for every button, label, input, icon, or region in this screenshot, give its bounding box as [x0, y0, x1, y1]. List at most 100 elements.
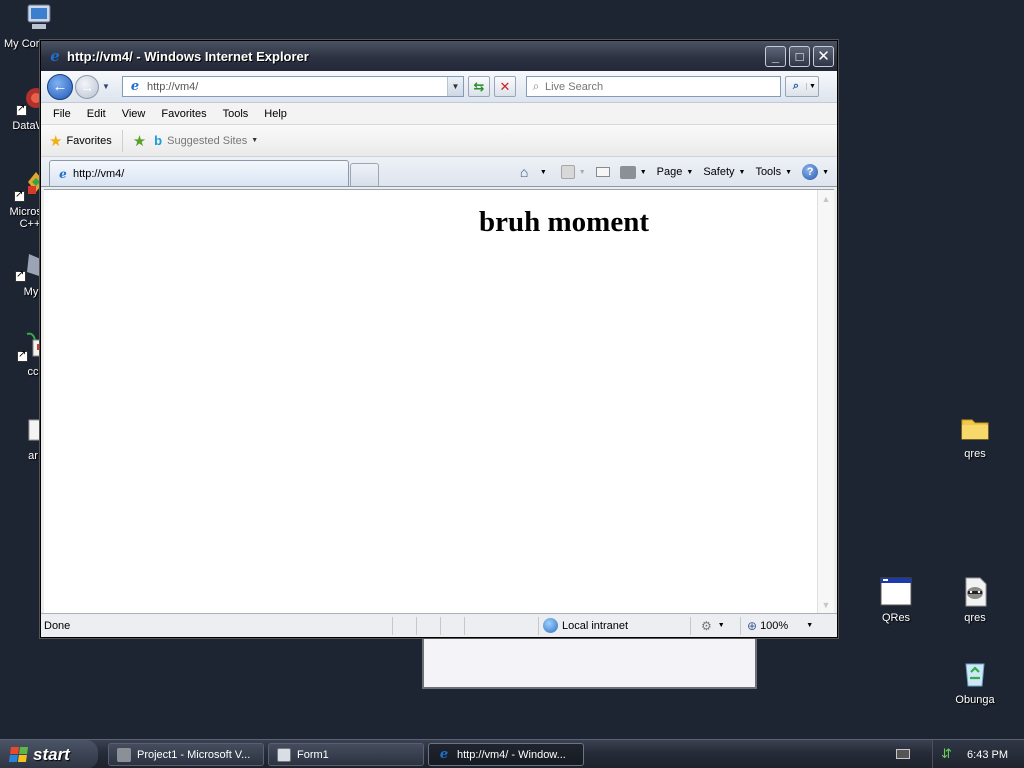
new-tab-button[interactable]	[350, 163, 379, 186]
status-panel	[465, 616, 539, 635]
protected-mode-button[interactable]: ⚙ ▼	[691, 616, 741, 635]
home-icon: ⌂	[519, 164, 529, 180]
magnifier-icon: ⌕	[792, 80, 800, 92]
command-bar: ⌂ ▼ ▼ ▼ Page ▼ Safety ▼ Tools ▼ ? ▼	[510, 161, 829, 183]
favorites-star-icon: ★	[49, 132, 63, 150]
search-options-dropdown[interactable]: ▼	[806, 83, 818, 90]
safety-menu-label: Safety	[703, 166, 735, 178]
gear-icon: ⚙	[701, 618, 712, 633]
ie-window: e http://vm4/ - Windows Internet Explore…	[40, 40, 838, 638]
ie-logo-icon: e	[439, 747, 449, 762]
suggested-sites-button[interactable]: b Suggested Sites ▼	[154, 133, 258, 148]
vertical-scrollbar[interactable]: ▲ ▼	[817, 190, 834, 614]
taskbar-item-ie[interactable]: e http://vm4/ - Window...	[428, 743, 584, 766]
page-menu-button[interactable]: Page ▼	[657, 166, 694, 178]
address-dropdown-button[interactable]: ▼	[447, 77, 463, 96]
favorites-label: Favorites	[66, 134, 112, 147]
security-zone[interactable]: Local intranet	[539, 616, 691, 635]
shortcut-arrow-icon	[17, 349, 28, 362]
bing-icon: b	[154, 133, 163, 148]
close-button[interactable]: ✕	[813, 45, 834, 67]
rss-feed-icon	[560, 165, 575, 179]
stop-button[interactable]: ✕	[494, 76, 516, 97]
status-panel	[417, 616, 441, 635]
zoom-level: 100%	[760, 619, 789, 632]
taskbar-item-form1[interactable]: Form1	[268, 743, 424, 766]
status-text: Done	[44, 619, 71, 632]
menu-tools[interactable]: Tools	[215, 108, 257, 120]
safety-menu-button[interactable]: Safety ▼	[703, 166, 745, 178]
menu-help[interactable]: Help	[256, 108, 295, 120]
maximize-button[interactable]: □	[789, 45, 810, 67]
tools-menu-label: Tools	[755, 166, 782, 178]
scroll-down-arrow-icon[interactable]: ▼	[819, 598, 833, 612]
desktop-icon-qres-raccoon[interactable]: qres	[939, 576, 1011, 624]
forward-button[interactable]: →	[75, 74, 99, 99]
page-menu-label: Page	[656, 166, 683, 178]
menu-edit[interactable]: Edit	[79, 108, 114, 120]
shortcut-arrow-icon	[16, 103, 27, 116]
taskbar-item-label: Form1	[297, 748, 329, 761]
start-button[interactable]: start	[0, 740, 98, 768]
tab-row: e http://vm4/ ⌂ ▼ ▼ ▼ Page ▼ Safety ▼ Tools…	[41, 157, 837, 187]
desktop-icon-label: Obunga	[955, 694, 995, 706]
taskbar: start Project1 - Microsoft V... Form1 e …	[0, 739, 1024, 768]
system-tray: ⇵ 6:43 PM	[932, 740, 1024, 768]
desktop-icon-qres-folder[interactable]: qres	[939, 412, 1011, 460]
back-button[interactable]: ←	[47, 73, 73, 100]
tools-menu-button[interactable]: Tools ▼	[755, 166, 792, 178]
page-heading: bruh moment	[479, 206, 649, 238]
menu-view[interactable]: View	[114, 108, 154, 120]
desktop-icon-label: qres	[964, 612, 986, 624]
favorites-bar: ★ Favorites ★ b Suggested Sites ▼	[41, 125, 837, 157]
printer-icon	[619, 165, 636, 179]
security-zone-label: Local intranet	[562, 619, 629, 632]
search-box[interactable]: ⌕	[526, 76, 781, 97]
recent-pages-dropdown[interactable]: ▼	[102, 82, 114, 91]
navigation-bar: ← → ▼ e ▼ ⇆ ✕ ⌕ ⌕ ▼	[41, 71, 837, 103]
scroll-up-arrow-icon[interactable]: ▲	[819, 192, 833, 206]
refresh-button[interactable]: ⇆	[468, 76, 490, 97]
page-content[interactable]: bruh moment ▲ ▼	[44, 189, 834, 614]
status-text-cell: Done	[41, 616, 393, 635]
desktop-icon-qres-app[interactable]: QRes	[860, 576, 932, 624]
form1-window[interactable]	[422, 632, 757, 689]
mail-icon	[595, 167, 610, 177]
window-titlebar[interactable]: e http://vm4/ - Windows Internet Explore…	[41, 41, 837, 71]
tab-vm4[interactable]: e http://vm4/	[49, 160, 349, 186]
print-button[interactable]: ▼	[619, 165, 647, 179]
chevron-down-icon: ▼	[806, 622, 814, 629]
menu-file[interactable]: File	[45, 108, 79, 120]
status-panel	[393, 616, 417, 635]
help-menu-button[interactable]: ? ▼	[802, 164, 829, 180]
tab-favicon-icon: e	[59, 166, 67, 181]
minimize-button[interactable]: _	[765, 45, 786, 67]
address-bar[interactable]: e ▼	[122, 76, 464, 97]
home-button[interactable]: ⌂ ▼	[520, 165, 547, 179]
recycle-bin-icon	[959, 658, 991, 690]
menu-favorites[interactable]: Favorites	[153, 108, 214, 120]
taskbar-item-label: Project1 - Microsoft V...	[137, 748, 251, 761]
keyboard-language-icon[interactable]	[896, 749, 910, 759]
visual-basic-icon	[117, 747, 131, 762]
menu-bar: File Edit View Favorites Tools Help	[41, 103, 837, 125]
desktop-icon-recycle-bin[interactable]: Obunga	[939, 658, 1011, 706]
network-icon[interactable]: ⇵	[941, 746, 952, 762]
zoom-control[interactable]: ⊕ 100% ▼	[741, 617, 829, 635]
favorites-button[interactable]: ★ Favorites	[49, 129, 123, 152]
chevron-down-icon: ▼	[717, 622, 725, 629]
search-go-button[interactable]: ⌕ ▼	[785, 76, 819, 97]
search-input[interactable]	[545, 80, 780, 93]
status-panel	[441, 616, 465, 635]
add-to-favorites-bar-icon[interactable]: ★	[133, 132, 146, 150]
status-bar: Done Local intranet ⚙ ▼ ⊕ 100% ▼	[41, 613, 837, 637]
feeds-button[interactable]: ▼	[560, 165, 586, 179]
suggested-sites-label: Suggested Sites	[167, 134, 248, 147]
help-icon: ?	[802, 164, 819, 180]
taskbar-item-project1[interactable]: Project1 - Microsoft V...	[108, 743, 264, 766]
clock[interactable]: 6:43 PM	[967, 749, 1008, 761]
read-mail-button[interactable]	[595, 167, 610, 177]
address-input[interactable]	[147, 80, 447, 93]
zoom-icon: ⊕	[747, 618, 758, 633]
computer-icon	[22, 2, 54, 34]
